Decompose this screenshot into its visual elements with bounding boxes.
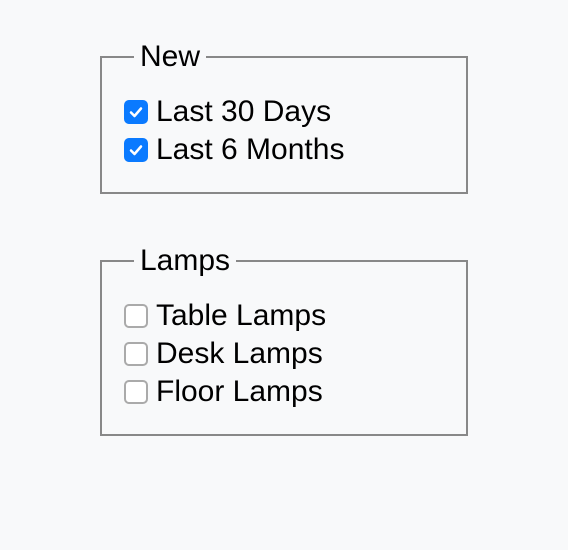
checkbox-icon — [124, 380, 148, 404]
checkbox-label: Desk Lamps — [156, 336, 323, 372]
checkbox-icon — [124, 138, 148, 162]
fieldset-lamps: Lamps Table Lamps Desk Lamps Floor Lamps — [100, 244, 468, 436]
checkbox-label: Last 6 Months — [156, 132, 344, 168]
checkbox-label: Table Lamps — [156, 298, 326, 334]
checkbox-icon — [124, 100, 148, 124]
option-last-30-days[interactable]: Last 30 Days — [124, 94, 444, 130]
checkbox-icon — [124, 304, 148, 328]
checkbox-icon — [124, 342, 148, 366]
checkbox-label: Last 30 Days — [156, 94, 331, 130]
option-table-lamps[interactable]: Table Lamps — [124, 298, 444, 334]
checkbox-label: Floor Lamps — [156, 374, 323, 410]
fieldset-new: New Last 30 Days Last 6 Months — [100, 40, 468, 194]
option-desk-lamps[interactable]: Desk Lamps — [124, 336, 444, 372]
option-last-6-months[interactable]: Last 6 Months — [124, 132, 444, 168]
legend-new: New — [134, 40, 206, 74]
legend-lamps: Lamps — [134, 244, 236, 278]
option-floor-lamps[interactable]: Floor Lamps — [124, 374, 444, 410]
